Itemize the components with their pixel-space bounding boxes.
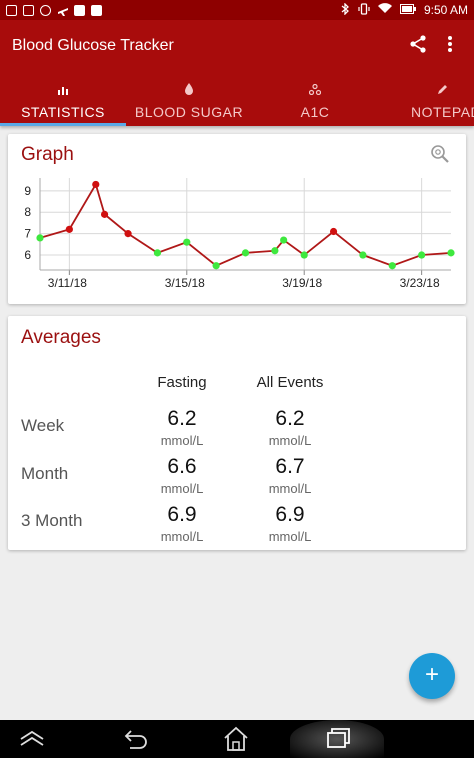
data-point bbox=[153, 249, 162, 257]
navigation-bar bbox=[0, 720, 474, 758]
data-point bbox=[100, 210, 109, 218]
month-fasting-unit: mmol/L bbox=[160, 481, 204, 496]
graph-title: Graph bbox=[21, 144, 74, 165]
x-tick-label: 3/23/18 bbox=[400, 276, 440, 290]
plane-icon bbox=[57, 5, 68, 16]
data-point bbox=[241, 249, 250, 257]
data-point bbox=[300, 251, 308, 259]
month-all-unit: mmol/L bbox=[268, 481, 312, 496]
more-vertical-icon[interactable] bbox=[444, 34, 456, 54]
facebook-icon bbox=[74, 4, 85, 16]
row-label-3-month: 3 Month bbox=[21, 511, 83, 530]
collapse-icon[interactable] bbox=[18, 725, 46, 753]
data-point bbox=[65, 225, 73, 233]
3-month-all-value: 6.9 bbox=[275, 503, 305, 526]
image-icon bbox=[6, 4, 17, 16]
status-time: 9:50 AM bbox=[423, 3, 468, 17]
data-point bbox=[418, 251, 426, 259]
app-title: Blood Glucose Tracker bbox=[12, 37, 174, 54]
tab-a1c[interactable]: A1C bbox=[252, 76, 378, 126]
data-point bbox=[212, 262, 220, 270]
tab-bar: STATISTICS BLOOD SUGAR A1C NOTEPAD bbox=[0, 76, 474, 126]
bluetooth-icon bbox=[341, 1, 350, 18]
3-month-all-unit: mmol/L bbox=[268, 529, 312, 544]
week-fasting-unit: mmol/L bbox=[160, 433, 204, 448]
status-right-icons: 9:50 AM bbox=[341, 1, 468, 18]
home-icon[interactable] bbox=[222, 725, 250, 753]
app-bar: Blood Glucose Tracker STATISTICS BLOOD S… bbox=[0, 20, 474, 126]
notification-icon bbox=[91, 4, 102, 16]
add-entry-button[interactable]: + bbox=[409, 653, 455, 699]
row-label-month: Month bbox=[21, 464, 69, 483]
data-point bbox=[329, 227, 338, 236]
tab-statistics[interactable]: STATISTICS bbox=[0, 76, 126, 126]
month-fasting-value: 6.6 bbox=[167, 455, 197, 478]
tab-label: A1C bbox=[300, 104, 330, 120]
data-point bbox=[447, 249, 455, 257]
data-point bbox=[359, 251, 367, 259]
x-tick-label: 3/19/18 bbox=[282, 276, 322, 290]
tab-label: BLOOD SUGAR bbox=[134, 104, 244, 120]
averages-card: Averages Fasting All Events Week 6.2 mmo… bbox=[8, 316, 466, 550]
x-tick-label: 3/11/18 bbox=[48, 276, 87, 290]
week-fasting-value: 6.2 bbox=[167, 407, 197, 430]
data-point bbox=[280, 236, 288, 244]
data-point bbox=[183, 238, 191, 246]
x-tick-label: 3/15/18 bbox=[165, 276, 205, 290]
week-all-unit: mmol/L bbox=[268, 433, 312, 448]
shield-icon bbox=[40, 4, 51, 16]
wifi-icon bbox=[377, 3, 392, 17]
data-point bbox=[124, 230, 132, 238]
tab-notepad[interactable]: NOTEPAD bbox=[378, 76, 474, 126]
column-all-events: All Events bbox=[256, 374, 324, 391]
pencil-icon bbox=[436, 82, 448, 94]
data-point bbox=[271, 247, 279, 255]
recents-icon[interactable] bbox=[324, 725, 352, 753]
averages-title: Averages bbox=[21, 327, 101, 348]
status-left-icons bbox=[6, 4, 102, 16]
tab-indicator bbox=[0, 123, 126, 126]
column-fasting: Fasting bbox=[157, 374, 207, 391]
tab-label: NOTEPAD bbox=[411, 104, 474, 120]
vibrate-icon bbox=[358, 2, 370, 18]
y-tick-label: 7 bbox=[24, 227, 31, 241]
3-month-fasting-value: 6.9 bbox=[167, 503, 197, 526]
graph-card: Graph 6 7 8 9 3/11/18 3/15/18 3/19/18 3/23/18 bbox=[8, 134, 466, 304]
3-month-fasting-unit: mmol/L bbox=[160, 529, 204, 544]
data-point bbox=[388, 262, 396, 270]
molecule-icon bbox=[308, 82, 322, 96]
y-tick-label: 6 bbox=[24, 248, 31, 262]
glucose-line-chart: 6 7 8 9 3/11/18 3/15/18 3/19/18 3/23/18 bbox=[24, 178, 455, 290]
battery-icon bbox=[399, 3, 416, 17]
share-icon[interactable] bbox=[408, 34, 428, 54]
status-bar: 9:50 AM bbox=[0, 0, 474, 20]
bar-chart-icon bbox=[57, 82, 69, 95]
tab-blood-sugar[interactable]: BLOOD SUGAR bbox=[126, 76, 252, 126]
zoom-icon[interactable] bbox=[430, 144, 450, 164]
y-tick-label: 9 bbox=[24, 184, 31, 198]
email-icon bbox=[23, 4, 34, 16]
plus-icon: + bbox=[424, 661, 439, 688]
data-point bbox=[92, 180, 100, 189]
tab-label: STATISTICS bbox=[21, 104, 105, 120]
y-tick-label: 8 bbox=[24, 205, 31, 219]
month-all-value: 6.7 bbox=[275, 455, 305, 478]
back-icon[interactable] bbox=[122, 725, 150, 753]
drop-icon bbox=[183, 82, 195, 95]
row-label-week: Week bbox=[21, 416, 65, 435]
week-all-value: 6.2 bbox=[275, 407, 305, 430]
data-point bbox=[36, 234, 44, 242]
